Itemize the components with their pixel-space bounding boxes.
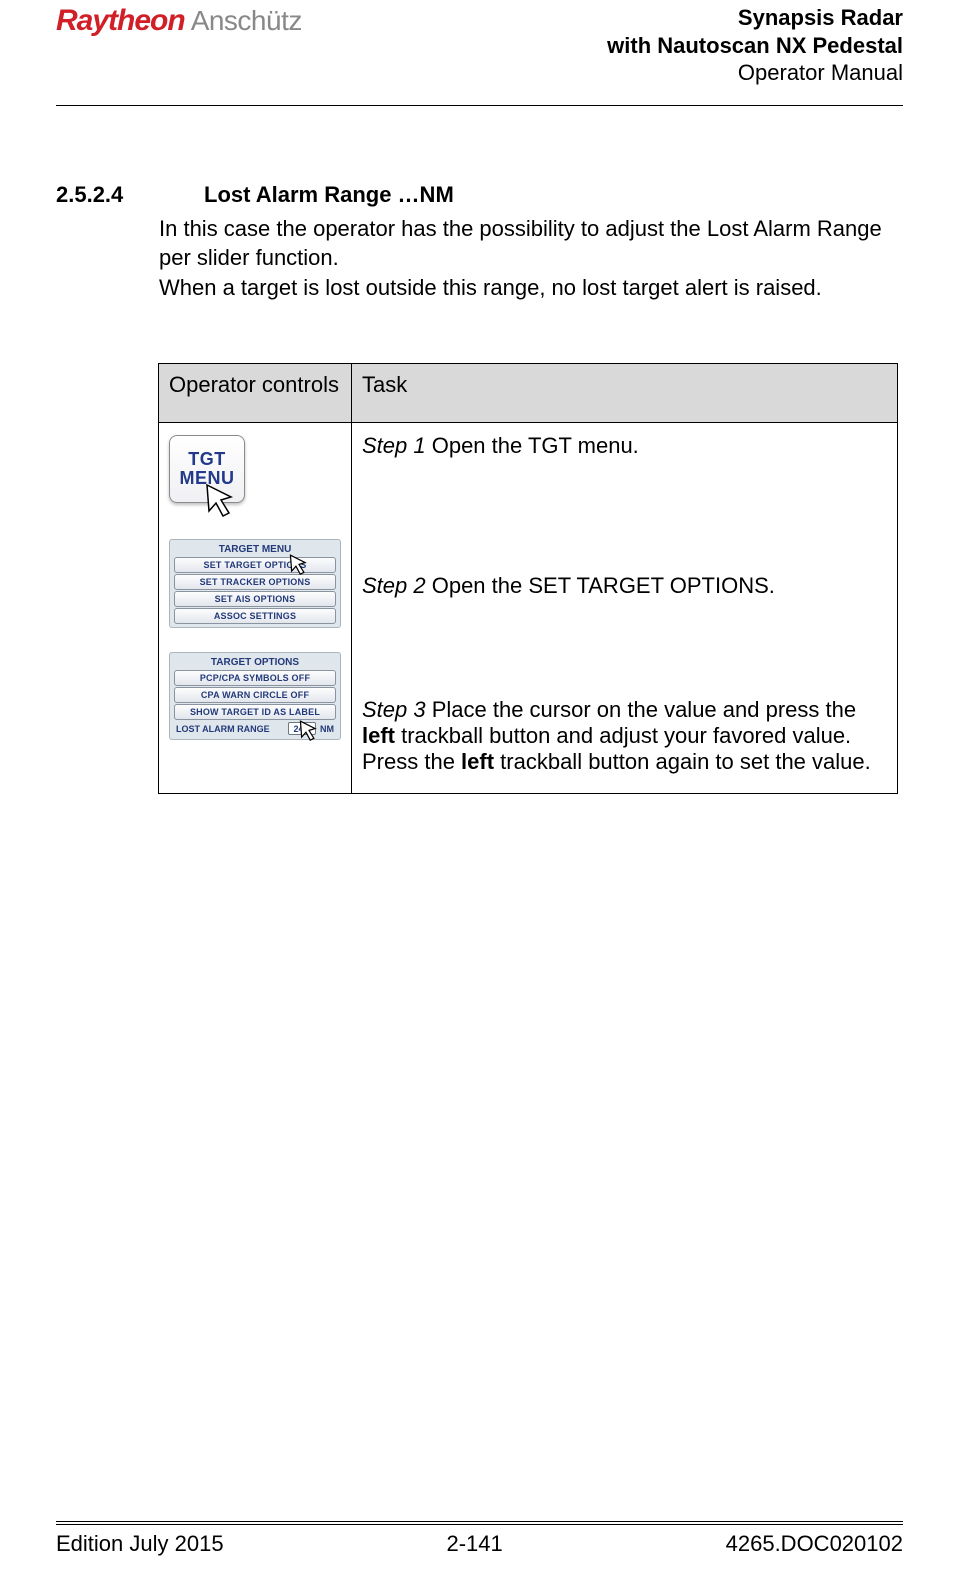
step-3-bold2: left [461, 749, 494, 774]
step-2-label: Step 2 [362, 573, 426, 598]
option-show-target-id[interactable]: SHOW TARGET ID AS LABEL [174, 704, 336, 720]
procedure-table: Operator controls Task TGT MENU TARGET M… [158, 363, 898, 794]
th-operator-controls: Operator controls [159, 363, 352, 422]
controls-cell: TGT MENU TARGET MENU SET TARGET OPTIONS … [159, 422, 352, 793]
brand-logo: Raytheon Anschütz [56, 4, 302, 38]
lost-alarm-range-label: LOST ALARM RANGE [176, 724, 270, 734]
step-3: Step 3 Place the cursor on the value and… [362, 697, 887, 775]
footer-doc-id: 4265.DOC020102 [726, 1531, 903, 1557]
document-title: Synapsis Radar with Nautoscan NX Pedesta… [607, 4, 903, 87]
menu-item-set-tracker-options[interactable]: SET TRACKER OPTIONS [174, 574, 336, 590]
step-3-label: Step 3 [362, 697, 426, 722]
section-heading: 2.5.2.4 Lost Alarm Range …NM [56, 182, 903, 208]
tgt-btn-line2: MENU [180, 469, 235, 488]
footer-edition: Edition July 2015 [56, 1531, 224, 1557]
step-2-text: Open the SET TARGET OPTIONS. [426, 573, 775, 598]
page-header: Raytheon Anschütz Synapsis Radar with Na… [56, 0, 903, 106]
logo-raytheon: Raytheon [56, 4, 185, 38]
doc-title-line3: Operator Manual [607, 59, 903, 87]
section-title: Lost Alarm Range …NM [204, 182, 454, 208]
lost-alarm-range-unit: NM [320, 724, 334, 734]
section-number: 2.5.2.4 [56, 182, 156, 208]
task-cell: Step 1 Open the TGT menu. Step 2 Open th… [352, 422, 898, 793]
page-footer: Edition July 2015 2-141 4265.DOC020102 [56, 1521, 903, 1557]
option-pcp-cpa-symbols[interactable]: PCP/CPA SYMBOLS OFF [174, 670, 336, 686]
step-1-text: Open the TGT menu. [426, 433, 639, 458]
target-options-panel: TARGET OPTIONS PCP/CPA SYMBOLS OFF CPA W… [169, 652, 341, 740]
th-task: Task [352, 363, 898, 422]
footer-page: 2-141 [446, 1531, 502, 1557]
section-body-p2: When a target is lost outside this range… [159, 275, 822, 300]
menu-item-set-target-options[interactable]: SET TARGET OPTIONS [174, 557, 336, 573]
step-3-bold1: left [362, 723, 395, 748]
lost-alarm-range-row: LOST ALARM RANGE 24.0 NM [174, 721, 336, 737]
logo-anschutz: Anschütz [191, 5, 302, 37]
target-menu-title: TARGET MENU [172, 542, 338, 556]
target-menu-panel: TARGET MENU SET TARGET OPTIONS SET TRACK… [169, 539, 341, 628]
section-body-p1: In this case the operator has the possib… [159, 216, 882, 271]
tgt-menu-button-wrap: TGT MENU [169, 435, 255, 521]
tgt-btn-line1: TGT [188, 450, 226, 469]
step-1-label: Step 1 [362, 433, 426, 458]
step-3-pre: Place the cursor on the value and press … [426, 697, 856, 722]
menu-item-assoc-settings[interactable]: ASSOC SETTINGS [174, 608, 336, 624]
step-1: Step 1 Open the TGT menu. [362, 433, 887, 459]
step-2: Step 2 Open the SET TARGET OPTIONS. [362, 573, 887, 599]
doc-title-line1: Synapsis Radar [607, 4, 903, 32]
target-options-title: TARGET OPTIONS [172, 655, 338, 669]
doc-title-line2: with Nautoscan NX Pedestal [607, 32, 903, 60]
tgt-menu-button[interactable]: TGT MENU [169, 435, 245, 503]
lost-alarm-range-value[interactable]: 24.0 [288, 722, 316, 735]
option-cpa-warn-circle[interactable]: CPA WARN CIRCLE OFF [174, 687, 336, 703]
section-body: In this case the operator has the possib… [159, 214, 903, 303]
step-3-post: trackball button again to set the value. [494, 749, 871, 774]
menu-item-set-ais-options[interactable]: SET AIS OPTIONS [174, 591, 336, 607]
